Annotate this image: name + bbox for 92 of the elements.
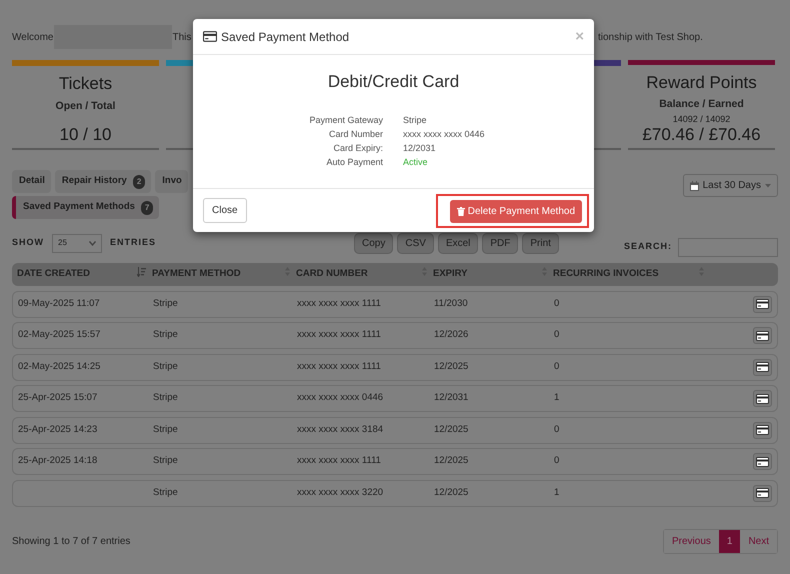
table-cell-text: 0: [554, 454, 560, 468]
detail-value: 12/2031: [403, 142, 437, 154]
search-label: SEARCH:: [624, 240, 672, 254]
table-cell-text: xxxx xxxx xxxx 3220: [297, 486, 384, 500]
search-field[interactable]: [678, 238, 778, 256]
stat-subtitle: Balance / Earned: [659, 97, 744, 112]
detail-value: xxxx xxxx xxxx 0446: [403, 128, 486, 140]
length-label: SHOW: [12, 236, 44, 250]
column-header[interactable]: EXPIRY: [433, 267, 468, 282]
detail-value: Active: [403, 156, 429, 168]
trash-icon: [456, 206, 465, 216]
stat-subtitle: Open / Total: [56, 98, 116, 114]
close-button[interactable]: Close: [203, 198, 247, 223]
table-cell-text: 12/2025: [434, 454, 468, 468]
tab[interactable]: Repair History 2: [54, 170, 152, 193]
modal-title: Saved Payment Method: [221, 28, 350, 46]
table-cell-text: xxxx xxxx xxxx 1111: [297, 328, 381, 342]
table-info: Showing 1 to 7 of 7 entries: [12, 534, 130, 548]
stat-value: £70.46 / £70.46: [642, 126, 761, 145]
detail-label: Payment Gateway: [308, 114, 383, 126]
table-cell-text: 0: [554, 360, 560, 374]
view-card-button[interactable]: [753, 390, 772, 407]
count-badge: 2: [132, 174, 146, 188]
view-card-button[interactable]: [753, 453, 772, 470]
stat-detail: 14092 / 14092: [672, 112, 730, 126]
table-cell-text: xxxx xxxx xxxx 0446: [297, 391, 384, 406]
export-button[interactable]: Copy: [354, 232, 394, 254]
table-cell-text: 1: [554, 486, 560, 500]
table-cell-text: 02-May-2025 15:57: [18, 328, 100, 342]
welcome-text: Welcome: [12, 30, 54, 44]
table-cell-text: 0: [554, 296, 560, 311]
page-size-select[interactable]: 25: [52, 234, 102, 252]
length-label: ENTRIES: [110, 236, 156, 250]
table-cell-text: 12/2026: [434, 328, 468, 342]
table-cell-text: Stripe: [153, 360, 178, 374]
export-button[interactable]: PDF: [482, 232, 518, 254]
page-button[interactable]: 1: [718, 530, 740, 552]
table-cell-text: 0: [554, 422, 560, 437]
detail-label: Card Expiry:: [332, 142, 383, 154]
column-header[interactable]: RECURRING INVOICES: [553, 267, 659, 282]
view-card-button[interactable]: [753, 358, 772, 376]
table-cell-text: 12/2031: [434, 391, 468, 406]
table-cell-text: Stripe: [153, 328, 178, 342]
caret-icon: [765, 184, 771, 188]
table-cell-text: xxxx xxxx xxxx 1111: [297, 454, 381, 468]
caret-icon: [89, 240, 96, 246]
count-badge: 7: [140, 200, 154, 214]
table-cell-text: Stripe: [153, 486, 178, 500]
table-cell-text: Stripe: [153, 454, 178, 468]
table-cell-text: xxxx xxxx xxxx 3184: [297, 422, 384, 437]
date-range-button[interactable]: Last 30 Days: [682, 174, 778, 197]
table-cell-text: 25-Apr-2025 14:23: [18, 422, 98, 437]
detail-value: Stripe: [403, 114, 428, 126]
credit-card-icon: [203, 31, 217, 42]
table-cell-text: 12/2025: [434, 422, 468, 437]
view-card-button[interactable]: [753, 327, 772, 344]
detail-label: Auto Payment: [325, 156, 383, 168]
view-card-button[interactable]: [753, 422, 772, 438]
export-button[interactable]: CSV: [397, 232, 434, 254]
table-cell-text: 09-May-2025 11:07: [18, 296, 100, 311]
export-button[interactable]: Print: [522, 232, 559, 254]
table-cell-text: 25-Apr-2025 14:18: [18, 454, 98, 468]
table-cell-text: 12/2025: [434, 486, 468, 500]
welcome-text: tionship with Test Shop.: [598, 30, 703, 44]
table-cell-text: 11/2030: [434, 296, 468, 311]
delete-button[interactable]: Delete Payment Method: [450, 200, 582, 222]
table-cell-text: 25-Apr-2025 15:07: [18, 391, 98, 406]
column-header[interactable]: DATE CREATED: [17, 267, 90, 282]
view-card-button[interactable]: [753, 484, 772, 502]
tab[interactable]: Detail: [12, 170, 51, 193]
table-cell-text: Stripe: [153, 296, 178, 311]
card-type-heading: Debit/Credit Card: [326, 71, 460, 93]
table-cell-text: xxxx xxxx xxxx 1111: [297, 296, 381, 311]
table-cell-text: Stripe: [153, 422, 178, 437]
stat-title: Reward Points: [646, 72, 757, 94]
view-card-button[interactable]: [753, 296, 772, 312]
column-header[interactable]: CARD NUMBER: [296, 267, 368, 282]
calendar-icon: [690, 180, 699, 190]
table-cell-text: 12/2025: [434, 360, 468, 374]
tab[interactable]: Invo: [155, 170, 188, 193]
table-cell-text: 1: [554, 391, 560, 406]
column-header[interactable]: PAYMENT METHOD: [152, 267, 241, 282]
detail-label: Card Number: [328, 128, 383, 140]
table-cell-text: 0: [554, 328, 560, 342]
welcome-text: This: [172, 30, 192, 44]
export-button[interactable]: Excel: [438, 232, 478, 254]
table-cell-text: 02-May-2025 14:25: [18, 360, 100, 374]
stat-value: 10 / 10: [60, 126, 112, 145]
table-cell-text: xxxx xxxx xxxx 1111: [297, 360, 381, 374]
tab[interactable]: Saved Payment Methods 7: [12, 196, 160, 219]
table-cell-text: Stripe: [153, 391, 178, 406]
stat-title: Tickets: [58, 73, 112, 95]
